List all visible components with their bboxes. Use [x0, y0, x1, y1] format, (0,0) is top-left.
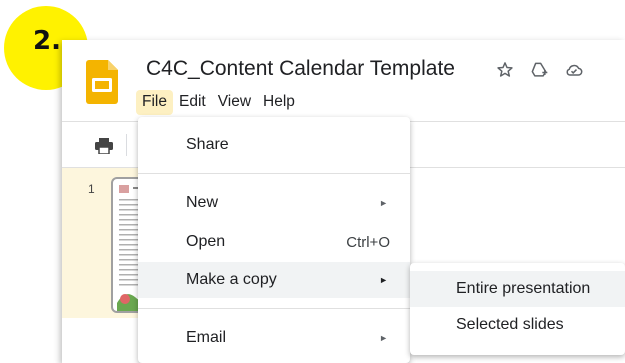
menu-option-label: Share — [186, 136, 229, 153]
menu-file[interactable]: File — [136, 90, 173, 115]
menu-option-label: New — [186, 194, 219, 211]
submenu-option-entire-presentation[interactable]: Entire presentation — [410, 271, 625, 307]
toolbar-separator — [126, 134, 127, 156]
cloud-saved-icon[interactable] — [564, 60, 584, 80]
menu-option-label: Open — [186, 233, 226, 250]
submenu-arrow-icon: ► — [379, 333, 388, 343]
submenu-arrow-icon: ► — [379, 275, 388, 285]
google-slides-window: C4C_Content Calendar Template File Edit … — [62, 40, 625, 363]
google-slides-logo-icon[interactable] — [86, 60, 118, 104]
menu-edit[interactable]: Edit — [173, 90, 212, 115]
menu-separator — [138, 308, 410, 309]
keyboard-shortcut: Ctrl+O — [346, 233, 390, 251]
menu-option-label: Make a copy — [186, 271, 277, 288]
menu-option-make-a-copy[interactable]: Make a copy ► — [138, 262, 410, 298]
slide-number: 1 — [88, 182, 95, 196]
submenu-option-label: Entire presentation — [456, 280, 591, 297]
menu-help[interactable]: Help — [257, 90, 301, 115]
menu-option-share[interactable]: Share — [138, 127, 410, 163]
menu-option-email[interactable]: Email ► — [138, 320, 410, 356]
star-icon[interactable] — [495, 60, 515, 80]
menu-option-new[interactable]: New ► — [138, 185, 410, 221]
move-to-drive-icon[interactable] — [529, 60, 549, 80]
print-icon[interactable] — [95, 138, 113, 154]
menu-option-label: Email — [186, 329, 227, 346]
menu-option-open[interactable]: Open Ctrl+O — [138, 224, 410, 260]
menu-view[interactable]: View — [212, 90, 257, 115]
submenu-option-label: Selected slides — [456, 316, 564, 333]
make-a-copy-submenu: Entire presentation Selected slides — [410, 263, 625, 355]
file-menu-dropdown: Share New ► Open Ctrl+O Make a copy ► Em… — [138, 117, 410, 363]
submenu-option-selected-slides[interactable]: Selected slides — [410, 307, 625, 343]
document-title[interactable]: C4C_Content Calendar Template — [146, 57, 455, 81]
menu-separator — [138, 173, 410, 174]
menu-bar: File Edit View Help — [136, 90, 301, 115]
submenu-arrow-icon: ► — [379, 198, 388, 208]
